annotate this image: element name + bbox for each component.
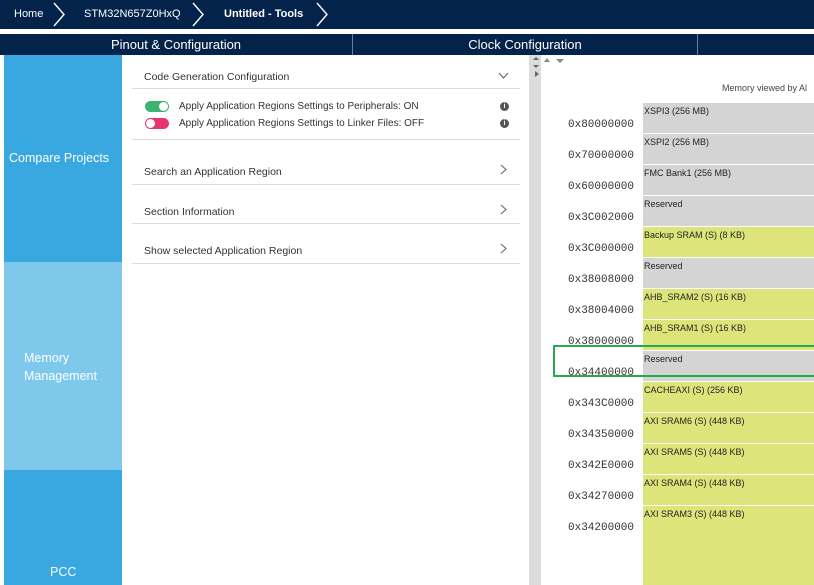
- chevron-down-icon: [498, 72, 509, 79]
- memory-address: 0x34350000: [568, 429, 635, 441]
- memory-address: 0x60000000: [568, 181, 635, 193]
- memory-block[interactable]: XSPI3 (256 MB): [643, 103, 814, 134]
- toggle-linker-files[interactable]: [145, 118, 169, 129]
- configuration-panel: Code Generation Configuration Apply Appl…: [132, 55, 520, 585]
- memory-block[interactable]: FMC Bank1 (256 MB): [643, 165, 814, 196]
- tab-pinout-configuration[interactable]: Pinout & Configuration: [0, 34, 352, 55]
- info-icon[interactable]: i: [500, 102, 509, 111]
- memory-block[interactable]: Backup SRAM (S) (8 KB): [643, 227, 814, 258]
- chevron-right-icon: [500, 243, 507, 254]
- memory-address: 0x343C0000: [568, 398, 635, 410]
- breadcrumb-chevron-icon: [316, 2, 328, 27]
- code-generation-title: Code Generation Configuration: [144, 71, 290, 83]
- memory-view-header: Memory viewed by Al: [722, 83, 808, 93]
- memory-block[interactable]: Reserved: [643, 196, 814, 227]
- memory-block[interactable]: AXI SRAM5 (S) (448 KB): [643, 444, 814, 475]
- memory-address: 0x3C002000: [568, 212, 635, 224]
- chevron-right-icon: [500, 204, 507, 215]
- show-region-label: Show selected Application Region: [144, 245, 303, 257]
- memory-block-label: Backup SRAM (S) (8 KB): [644, 230, 746, 240]
- sidebar-item-memory-management[interactable]: [4, 262, 122, 470]
- code-generation-row[interactable]: Code Generation Configuration: [132, 55, 520, 88]
- divider: [132, 263, 520, 264]
- toggle-peripherals[interactable]: [145, 101, 169, 112]
- sidebar-label-memory: Memory: [24, 351, 70, 365]
- memory-block[interactable]: CACHEAXI (S) (256 KB): [643, 382, 814, 413]
- memory-block[interactable]: Reserved: [643, 258, 814, 289]
- memory-block-label: Reserved: [644, 261, 683, 271]
- show-application-region-row[interactable]: Show selected Application Region: [132, 224, 520, 263]
- memory-block[interactable]: AHB_SRAM2 (S) (16 KB): [643, 289, 814, 320]
- tab-clock-configuration[interactable]: Clock Configuration: [353, 34, 697, 55]
- toggle-linker-label: Apply Application Regions Settings to Li…: [179, 118, 425, 129]
- sidebar-label-management: Management: [24, 369, 97, 383]
- memory-block-label: XSPI3 (256 MB): [644, 106, 710, 116]
- memory-address: 0x34270000: [568, 491, 635, 503]
- memory-block[interactable]: XSPI2 (256 MB): [643, 134, 814, 165]
- memory-block-label: Reserved: [644, 199, 683, 209]
- memory-block-label: CACHEAXI (S) (256 KB): [644, 385, 743, 395]
- breadcrumb: Home STM32N657Z0HxQ Untitled - Tools: [0, 0, 814, 29]
- selected-region-highlight: [553, 345, 814, 377]
- memory-address: 0x34200000: [568, 522, 635, 534]
- info-icon[interactable]: i: [500, 119, 509, 128]
- chevron-right-icon: [500, 164, 507, 175]
- memory-block-tail: [643, 533, 814, 585]
- tab-more[interactable]: [698, 34, 814, 55]
- breadcrumb-device[interactable]: STM32N657Z0HxQ: [84, 0, 181, 29]
- memory-address: 0x3C000000: [568, 243, 635, 255]
- memory-block-label: AXI SRAM4 (S) (448 KB): [644, 478, 745, 488]
- memory-block-label: AHB_SRAM1 (S) (16 KB): [644, 323, 747, 333]
- memory-address: 0x342E0000: [568, 460, 635, 472]
- memory-block-label: FMC Bank1 (256 MB): [644, 168, 732, 178]
- sidebar: Compare Projects Memory Management PCC: [0, 55, 122, 585]
- section-information-row[interactable]: Section Information: [132, 185, 520, 223]
- breadcrumb-chevron-icon: [192, 2, 204, 27]
- search-application-region-row[interactable]: Search an Application Region: [132, 140, 520, 184]
- search-region-label: Search an Application Region: [144, 166, 282, 178]
- divider: [132, 88, 520, 89]
- main-tabs: Pinout & Configuration Clock Configurati…: [0, 34, 814, 55]
- scroll-arrows-icon[interactable]: [543, 57, 565, 65]
- toggle-peripherals-label: Apply Application Regions Settings to Pe…: [179, 101, 419, 112]
- memory-address: 0x38008000: [568, 274, 635, 286]
- memory-block-label: AXI SRAM3 (S) (448 KB): [644, 509, 745, 519]
- splitter-arrows-icon[interactable]: [533, 57, 541, 83]
- memory-address: 0x70000000: [568, 150, 635, 162]
- breadcrumb-chevron-icon: [53, 2, 65, 27]
- memory-address: 0x80000000: [568, 119, 635, 131]
- memory-block-label: AHB_SRAM2 (S) (16 KB): [644, 292, 747, 302]
- breadcrumb-home[interactable]: Home: [14, 0, 43, 29]
- memory-address: 0x38004000: [568, 305, 635, 317]
- section-info-label: Section Information: [144, 206, 235, 218]
- memory-block[interactable]: AXI SRAM4 (S) (448 KB): [643, 475, 814, 506]
- memory-block-label: AXI SRAM6 (S) (448 KB): [644, 416, 745, 426]
- splitter[interactable]: [529, 55, 541, 585]
- memory-block[interactable]: AXI SRAM6 (S) (448 KB): [643, 413, 814, 444]
- breadcrumb-project[interactable]: Untitled - Tools: [224, 0, 303, 29]
- memory-block-label: XSPI2 (256 MB): [644, 137, 710, 147]
- sidebar-label-compare: Compare Projects: [9, 151, 110, 165]
- memory-block-label: AXI SRAM5 (S) (448 KB): [644, 447, 745, 457]
